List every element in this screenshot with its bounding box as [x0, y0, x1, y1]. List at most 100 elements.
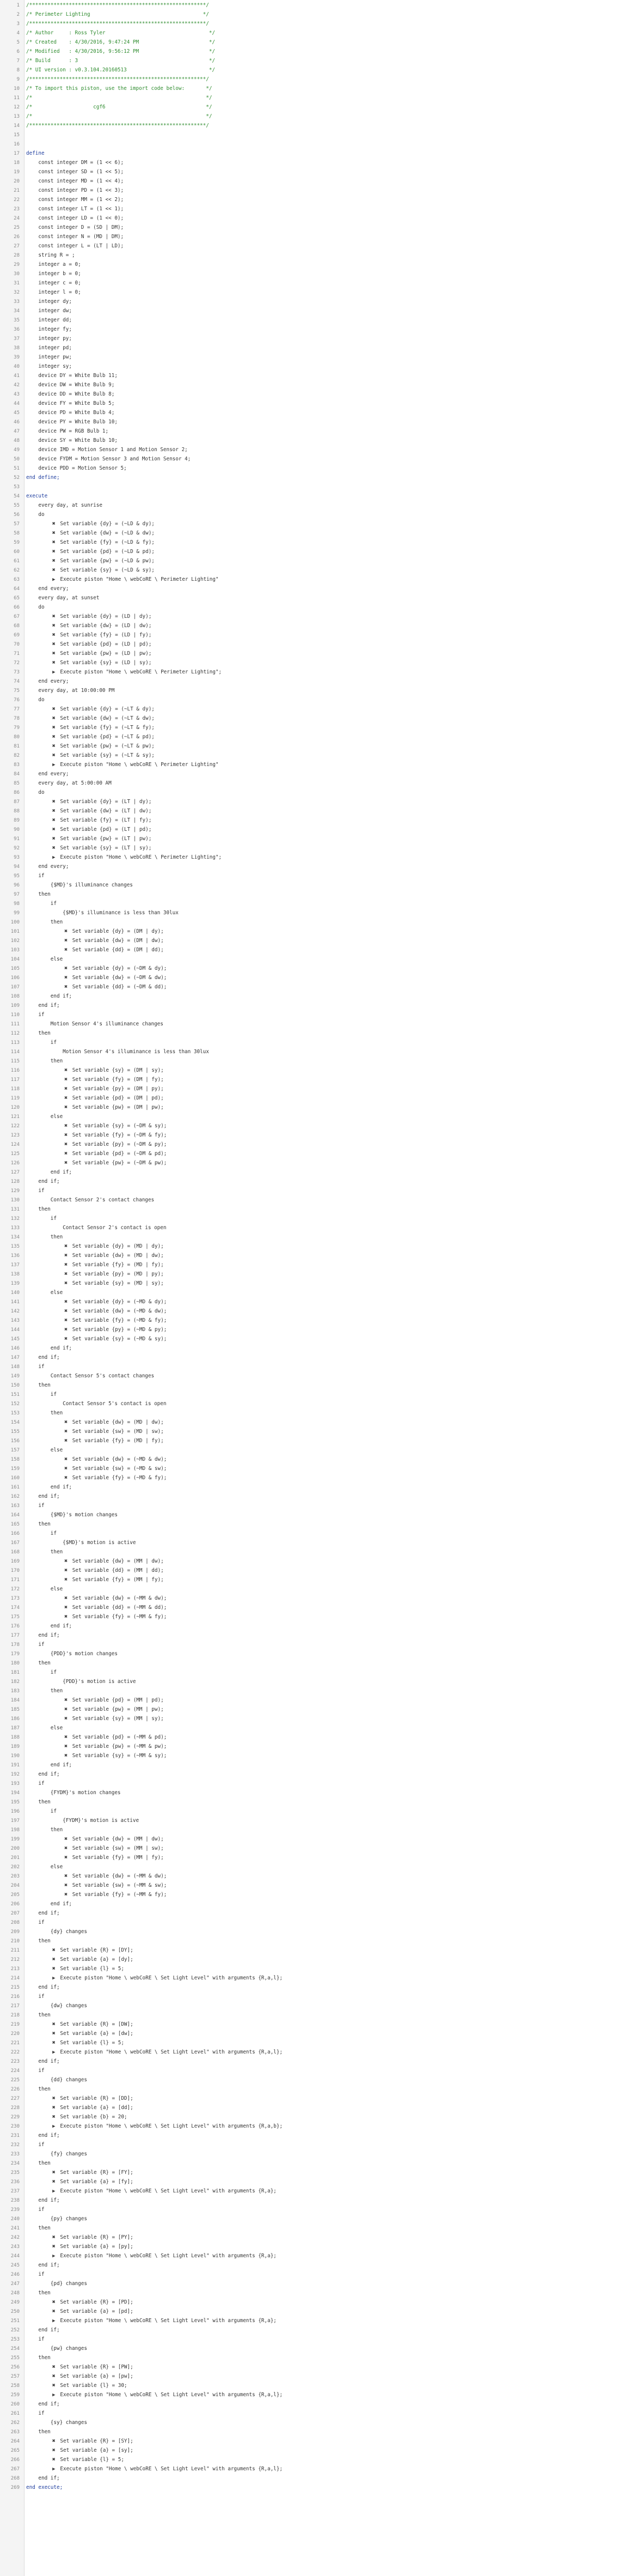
code-line: 269 end execute;	[0, 2484, 642, 2491]
code-text: else	[26, 1447, 63, 1453]
statement-text: Set variable {pd} = (~LT & pd);	[57, 734, 155, 740]
code-line: 130 Contact Sensor 2's contact changes	[0, 1197, 642, 1204]
statement-text: Set variable {dw} = (~LD & dw);	[57, 530, 155, 536]
code-text: {fy} changes	[26, 2151, 87, 2157]
set-variable-icon: ✖	[52, 539, 56, 545]
statement-text: Set variable {dw} = (MM | dw);	[69, 1836, 164, 1842]
line-number: 95	[14, 873, 20, 879]
code-text: ✖ Set variable {dw} = (LT | dw);	[26, 808, 152, 815]
code-line: 97 then	[0, 891, 642, 898]
execute-piston-icon: ▶	[52, 670, 56, 675]
set-variable-icon: ✖	[64, 1456, 68, 1462]
code-text: ✖ Set variable {R} = [SY];	[26, 2438, 133, 2445]
line-number: 233	[10, 2152, 20, 2157]
code-line: 142 ✖ Set variable {dw} = (~MD & dw);	[0, 1308, 642, 1315]
set-variable-icon: ✖	[52, 2179, 56, 2185]
line-number: 207	[10, 1911, 20, 1916]
statement-text: Set variable {dw} = (LD | dw);	[57, 623, 152, 629]
execute-piston-icon: ▶	[52, 762, 56, 768]
line-number: 70	[14, 642, 20, 647]
line-number: 92	[14, 846, 20, 851]
code-text: then	[26, 919, 63, 925]
code-line: 263 then	[0, 2429, 642, 2435]
set-variable-icon: ✖	[64, 1558, 68, 1564]
code-text: end every;	[26, 864, 69, 870]
code-line: 33 integer dy;	[0, 299, 642, 305]
code-line: 155 ✖ Set variable {sw} = (MD | sw);	[0, 1429, 642, 1435]
code-line: 267 ▶ Execute piston "Home \ webCoRE \ S…	[0, 2466, 642, 2472]
line-number: 188	[10, 1735, 20, 1740]
code-line: 167 {$MD}'s motion is active	[0, 1540, 642, 1546]
line-number: 236	[10, 2179, 20, 2185]
code-line: 53	[0, 484, 642, 490]
code-text: end if;	[26, 1901, 72, 1907]
code-line: 91 ✖ Set variable {pw} = (LT | pw);	[0, 836, 642, 842]
code-line: 63 ▶ Execute piston "Home \ webCoRE \ Pe…	[0, 576, 642, 583]
line-number: 47	[14, 429, 20, 434]
set-variable-icon: ✖	[64, 947, 68, 953]
code-text: then	[26, 1938, 51, 1944]
set-variable-icon: ✖	[52, 641, 56, 647]
statement-text: Set variable {pd} = (MM | pd);	[69, 1697, 164, 1703]
code-text: const integer L = (LT | LD);	[26, 243, 124, 249]
code-text: ✖ Set variable {fy} = (DM | fy);	[26, 1077, 164, 1083]
code-text: integer fy;	[26, 326, 72, 332]
line-number: 170	[10, 1568, 20, 1573]
statement-text: Set variable {pw} = (DM | pw);	[69, 1104, 164, 1110]
statement-text: Execute piston "Home \ webCoRE \ Set Lig…	[57, 2253, 277, 2259]
code-text: if	[26, 1669, 57, 1675]
code-text: then	[26, 1827, 63, 1833]
code-line: 173 ✖ Set variable {dw} = (~MM & dw);	[0, 1595, 642, 1602]
code-text: ✖ Set variable {pw} = (~LT & pw);	[26, 743, 155, 750]
code-line: 156 ✖ Set variable {fy} = (MD | fy);	[0, 1438, 642, 1444]
code-line: 49 device IMD = Motion Sensor 1 and Moti…	[0, 447, 642, 453]
code-text: {dw} changes	[26, 2003, 87, 2009]
execute-piston-icon: ▶	[52, 855, 56, 860]
code-line: 245 end if;	[0, 2262, 642, 2269]
line-number: 79	[14, 725, 20, 731]
code-text: ✖ Set variable {dw} = (~LD & dw);	[26, 530, 155, 537]
code-text: ▶ Execute piston "Home \ webCoRE \ Perim…	[26, 762, 218, 768]
code-line: 61 ✖ Set variable {pw} = (~LD & pw);	[0, 558, 642, 564]
code-line: 163 if	[0, 1503, 642, 1509]
code-line: 23 const integer LT = (1 << 1);	[0, 206, 642, 212]
code-line: 240 {py} changes	[0, 2216, 642, 2222]
set-variable-icon: ✖	[64, 1697, 68, 1703]
code-text: const integer N = (MD | DM);	[26, 234, 124, 240]
code-line: 231 end if;	[0, 2133, 642, 2139]
set-variable-icon: ✖	[52, 2383, 56, 2389]
line-number: 201	[10, 1855, 20, 1861]
code-text: if	[26, 1808, 57, 1814]
code-text: end if;	[26, 1484, 72, 1490]
line-number: 24	[14, 216, 20, 221]
code-text: const integer LD = (1 << 0);	[26, 215, 124, 221]
code-text: ✖ Set variable {py} = (~DM & py);	[26, 1141, 167, 1148]
set-variable-icon: ✖	[64, 938, 68, 944]
code-line: 257 ✖ Set variable {a} = [pw];	[0, 2373, 642, 2380]
code-line: 146 end if;	[0, 1345, 642, 1352]
code-text: end if;	[26, 2475, 60, 2481]
code-line: 31 integer c = 0;	[0, 280, 642, 287]
code-line: 254 {pw} changes	[0, 2346, 642, 2352]
line-number: 64	[14, 586, 20, 592]
code-line: 224 if	[0, 2068, 642, 2074]
line-number: 100	[10, 920, 20, 925]
line-number: 113	[10, 1040, 20, 1046]
code-line: 108 end if;	[0, 993, 642, 1000]
code-text: ✖ Set variable {sw} = (MD | sw);	[26, 1429, 164, 1435]
set-variable-icon: ✖	[64, 1095, 68, 1101]
code-line: 251 ▶ Execute piston "Home \ webCoRE \ S…	[0, 2318, 642, 2324]
line-number: 90	[14, 827, 20, 833]
code-text: const integer LT = (1 << 1);	[26, 206, 124, 212]
line-number: 109	[10, 1003, 20, 1008]
line-number: 181	[10, 1670, 20, 1675]
code-text: then	[26, 1382, 51, 1388]
statement-text: Set variable {l} = 5;	[57, 1966, 124, 1972]
code-text: /* Build : 3 */	[26, 58, 216, 64]
line-number: 5	[16, 40, 20, 45]
statement-text: Set variable {py} = (~MD & py);	[69, 1327, 167, 1333]
code-text: end if;	[26, 1623, 72, 1629]
code-text: {pd} changes	[26, 2281, 87, 2287]
set-variable-icon: ✖	[64, 975, 68, 981]
set-variable-icon: ✖	[52, 2105, 56, 2111]
